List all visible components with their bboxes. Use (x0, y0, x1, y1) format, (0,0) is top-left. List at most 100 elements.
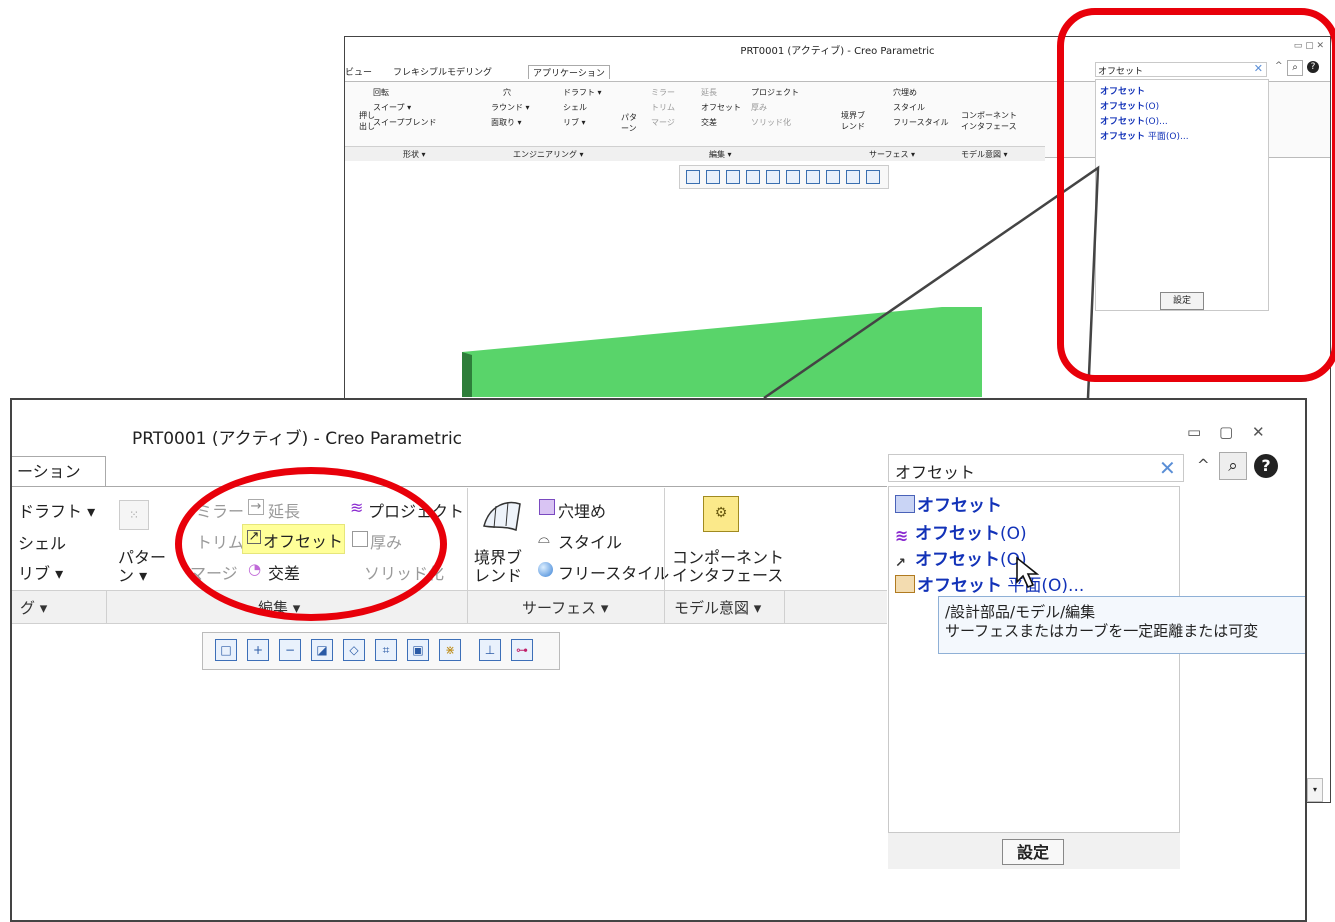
boundary-blend-button[interactable]: 境界ブレンド (841, 110, 871, 132)
group-engineering[interactable]: エンジニアリング ▾ (513, 149, 584, 160)
freestyle-icon (538, 562, 553, 577)
boundary-blend-icon[interactable] (480, 496, 524, 536)
extrude-button[interactable]: 押し出し (359, 110, 379, 132)
shell-button[interactable]: シェル (18, 530, 66, 554)
repaint-icon[interactable]: ◪ (311, 639, 333, 661)
style-icon: ⌓ (538, 529, 550, 547)
tab-applications[interactable]: ーション (12, 456, 106, 486)
extrude-icon (895, 495, 915, 513)
shell-button[interactable]: シェル (563, 102, 587, 113)
merge-button[interactable]: マージ (651, 117, 675, 128)
pattern-label-2[interactable]: ン ▾ (118, 562, 147, 586)
scroll-down-arrow-icon[interactable]: ▾ (1307, 778, 1323, 802)
extend-button[interactable]: 延長 (701, 87, 717, 98)
tab-flexible-modeling[interactable]: フレキシブルモデリング (393, 65, 492, 78)
result-item[interactable]: オフセット 平面(O)... (895, 571, 1084, 596)
group-engineering[interactable]: グ ▾ (20, 597, 47, 618)
ribbon-divider (12, 486, 887, 487)
collapse-caret-icon[interactable]: ^ (1197, 456, 1210, 474)
view-manager-icon[interactable]: ▣ (407, 639, 429, 661)
ribbon-group-row: グ ▾ 編集 ▾ サーフェス ▾ モデル意図 ▾ (12, 590, 887, 624)
component-interface-icon[interactable]: ⚙ (703, 496, 739, 532)
component-interface-button[interactable]: コンポーネントインタフェース (961, 110, 1021, 132)
result-item[interactable]: ↗ オフセット(O) (895, 545, 1027, 572)
saved-orientations-icon[interactable] (786, 170, 800, 184)
pattern-button[interactable]: パターン (621, 112, 643, 134)
rib-button[interactable]: リブ ▾ (563, 117, 586, 128)
spin-center-icon[interactable]: ⊥ (479, 639, 501, 661)
solidify-button[interactable]: ソリッド化 (751, 117, 791, 128)
group-model-intent[interactable]: モデル意図 ▾ (674, 597, 761, 618)
datum-display-icon[interactable]: ⋇ (439, 639, 461, 661)
group-edit[interactable]: 編集 ▾ (709, 149, 732, 160)
minimize-icon[interactable]: ▭ (1187, 423, 1201, 441)
ribbon-group-row: 形状 ▾ エンジニアリング ▾ 編集 ▾ サーフェス ▾ モデル意図 ▾ (345, 146, 1045, 161)
zoomed-window: PRT0001 (アクティブ) - Creo Parametric ▭ ▢ ✕ … (10, 398, 1307, 922)
group-surface[interactable]: サーフェス ▾ (869, 149, 915, 160)
tab-view[interactable]: ビュー (345, 65, 372, 78)
draft-button[interactable]: ドラフト ▾ (18, 498, 95, 522)
boundary-blend-label-2[interactable]: レンド (474, 562, 522, 586)
rib-button[interactable]: リブ ▾ (18, 560, 63, 584)
spin-center-icon[interactable] (846, 170, 860, 184)
trim-button[interactable]: トリム (651, 102, 675, 113)
clear-search-icon[interactable]: ✕ (1159, 456, 1176, 480)
annotation-display-icon[interactable]: ⊶ (511, 639, 533, 661)
intersect-button[interactable]: 交差 (701, 117, 717, 128)
close-icon[interactable]: ✕ (1252, 423, 1265, 441)
group-model-intent[interactable]: モデル意図 ▾ (961, 149, 1008, 160)
fill-button[interactable]: 穴埋め (558, 498, 606, 522)
help-icon[interactable]: ? (1254, 454, 1278, 478)
fill-button[interactable]: 穴埋め (893, 87, 917, 98)
group-surface[interactable]: サーフェス ▾ (522, 597, 608, 618)
window-title: PRT0001 (アクティブ) - Creo Parametric (132, 429, 463, 449)
offset-plane-icon (895, 575, 915, 593)
project-button[interactable]: プロジェクト (751, 87, 799, 98)
zoom-in-icon[interactable] (706, 170, 720, 184)
display-style-icon[interactable]: ◇ (343, 639, 365, 661)
chamfer-button[interactable]: 面取り ▾ (491, 117, 522, 128)
hole-button[interactable]: 穴 (503, 87, 511, 98)
search-icon[interactable]: ⌕ (1219, 452, 1247, 480)
curve-offset-icon: ≋ (895, 526, 909, 545)
repaint-icon[interactable] (746, 170, 760, 184)
group-divider (664, 591, 665, 623)
tab-applications[interactable]: アプリケーション (528, 65, 610, 79)
freestyle-button[interactable]: フリースタイル (558, 560, 669, 584)
annotation-display-icon[interactable] (866, 170, 880, 184)
component-interface-label-2[interactable]: インタフェース (672, 562, 783, 586)
refit-icon[interactable] (686, 170, 700, 184)
refit-icon[interactable]: □ (215, 639, 237, 661)
thicken-button[interactable]: 厚み (751, 102, 767, 113)
settings-bar: 設定 (888, 832, 1180, 869)
settings-button[interactable]: 設定 (1002, 839, 1064, 865)
display-style-icon[interactable] (766, 170, 780, 184)
group-divider (664, 488, 665, 590)
group-divider (106, 591, 107, 623)
result-item[interactable]: ≋ オフセット(O) (895, 519, 1027, 544)
search-input[interactable]: オフセット ✕ (888, 454, 1184, 482)
mouse-cursor-icon (1016, 556, 1040, 589)
group-shape[interactable]: 形状 ▾ (403, 149, 426, 160)
style-button[interactable]: スタイル (558, 529, 622, 553)
datum-display-icon[interactable] (826, 170, 840, 184)
freestyle-button[interactable]: フリースタイル (893, 117, 949, 128)
zoom-out-icon[interactable] (726, 170, 740, 184)
draft-button[interactable]: ドラフト ▾ (563, 87, 602, 98)
saved-orientations-icon[interactable]: ⌗ (375, 639, 397, 661)
revolve-button[interactable]: 回転 (373, 87, 389, 98)
pattern-icon[interactable]: ⁙ (119, 500, 149, 530)
swept-blend-button[interactable]: スイープブレンド (373, 117, 437, 128)
tooltip-path: /設計部品/モデル/編集 (945, 603, 1096, 621)
round-button[interactable]: ラウンド ▾ (491, 102, 530, 113)
mirror-button[interactable]: ミラー (651, 87, 675, 98)
group-divider (784, 591, 785, 623)
result-item[interactable]: オフセット (895, 491, 1002, 516)
style-button[interactable]: スタイル (893, 102, 925, 113)
zoom-in-icon[interactable]: + (247, 639, 269, 661)
offset-button[interactable]: オフセット (701, 102, 741, 113)
view-manager-icon[interactable] (806, 170, 820, 184)
highlight-oval (1057, 8, 1335, 382)
maximize-icon[interactable]: ▢ (1219, 423, 1233, 441)
zoom-out-icon[interactable]: − (279, 639, 301, 661)
